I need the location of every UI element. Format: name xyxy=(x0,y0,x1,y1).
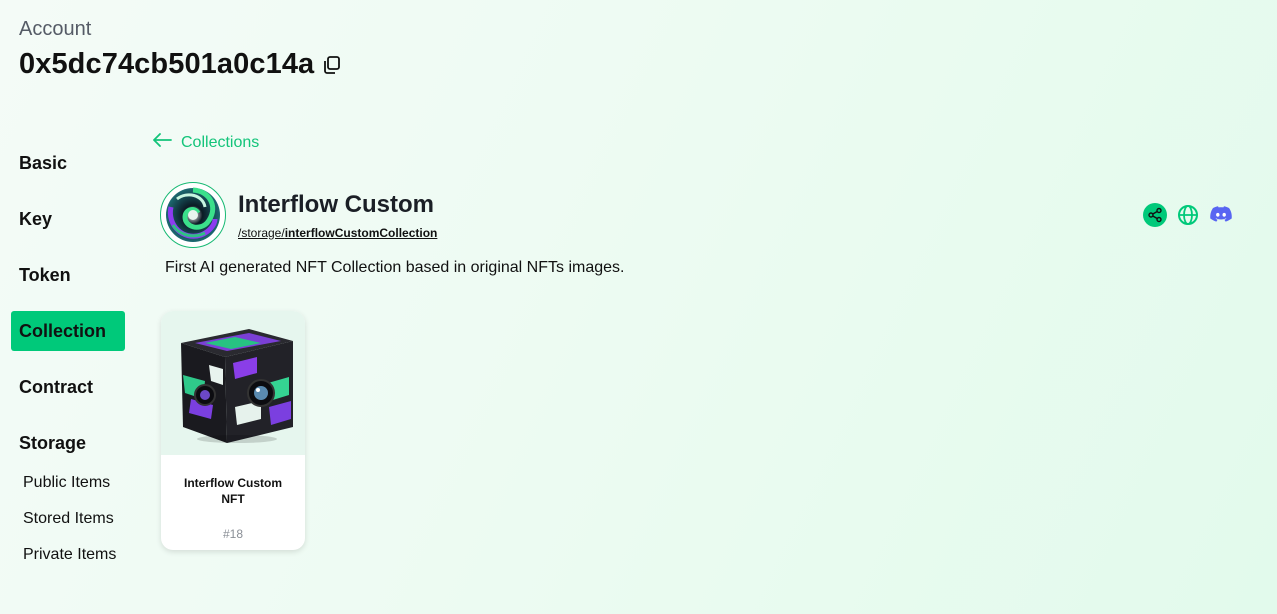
collection-header: Interflow Custom /storage/interflowCusto… xyxy=(160,182,437,248)
sidebar-subitem-public-items[interactable]: Public Items xyxy=(23,474,110,492)
copy-icon[interactable] xyxy=(322,55,342,75)
collection-title: Interflow Custom xyxy=(238,190,434,218)
account-address: 0x5dc74cb501a0c14a xyxy=(19,48,315,80)
nft-name: Interflow Custom NFT xyxy=(184,476,282,506)
sidebar-item-key[interactable]: Key xyxy=(11,199,125,239)
sidebar-item-collection[interactable]: Collection xyxy=(11,311,125,351)
collection-path-prefix: /storage/ xyxy=(238,225,285,240)
collection-info: Interflow Custom /storage/interflowCusto… xyxy=(238,191,437,240)
nft-image xyxy=(161,311,305,455)
sidebar-item-token[interactable]: Token xyxy=(11,255,125,295)
back-to-collections-link[interactable]: Collections xyxy=(153,133,259,152)
discord-icon[interactable] xyxy=(1209,203,1233,227)
nft-id: #18 xyxy=(222,527,244,541)
sidebar-subitem-private-items[interactable]: Private Items xyxy=(23,546,116,564)
sidebar-item-contract[interactable]: Contract xyxy=(11,367,125,407)
account-label: Account xyxy=(19,18,92,40)
collection-storage-path[interactable]: /storage/interflowCustomCollection xyxy=(238,226,437,240)
sidebar-item-storage[interactable]: Storage xyxy=(11,423,125,463)
collection-path-name: interflowCustomCollection xyxy=(284,225,438,240)
arrow-left-icon xyxy=(153,133,172,152)
collection-logo xyxy=(160,182,226,248)
sidebar-item-basic[interactable]: Basic xyxy=(11,143,125,183)
collection-description: First AI generated NFT Collection based … xyxy=(165,259,625,276)
sidebar-subitem-stored-items[interactable]: Stored Items xyxy=(23,510,114,528)
account-header: 0x5dc74cb501a0c14a xyxy=(19,48,342,81)
globe-icon[interactable] xyxy=(1176,203,1200,227)
back-link-label: Collections xyxy=(181,133,260,151)
social-links xyxy=(1143,203,1233,227)
share-icon[interactable] xyxy=(1143,203,1167,227)
nft-card[interactable]: Interflow Custom NFT #18 xyxy=(161,311,305,550)
